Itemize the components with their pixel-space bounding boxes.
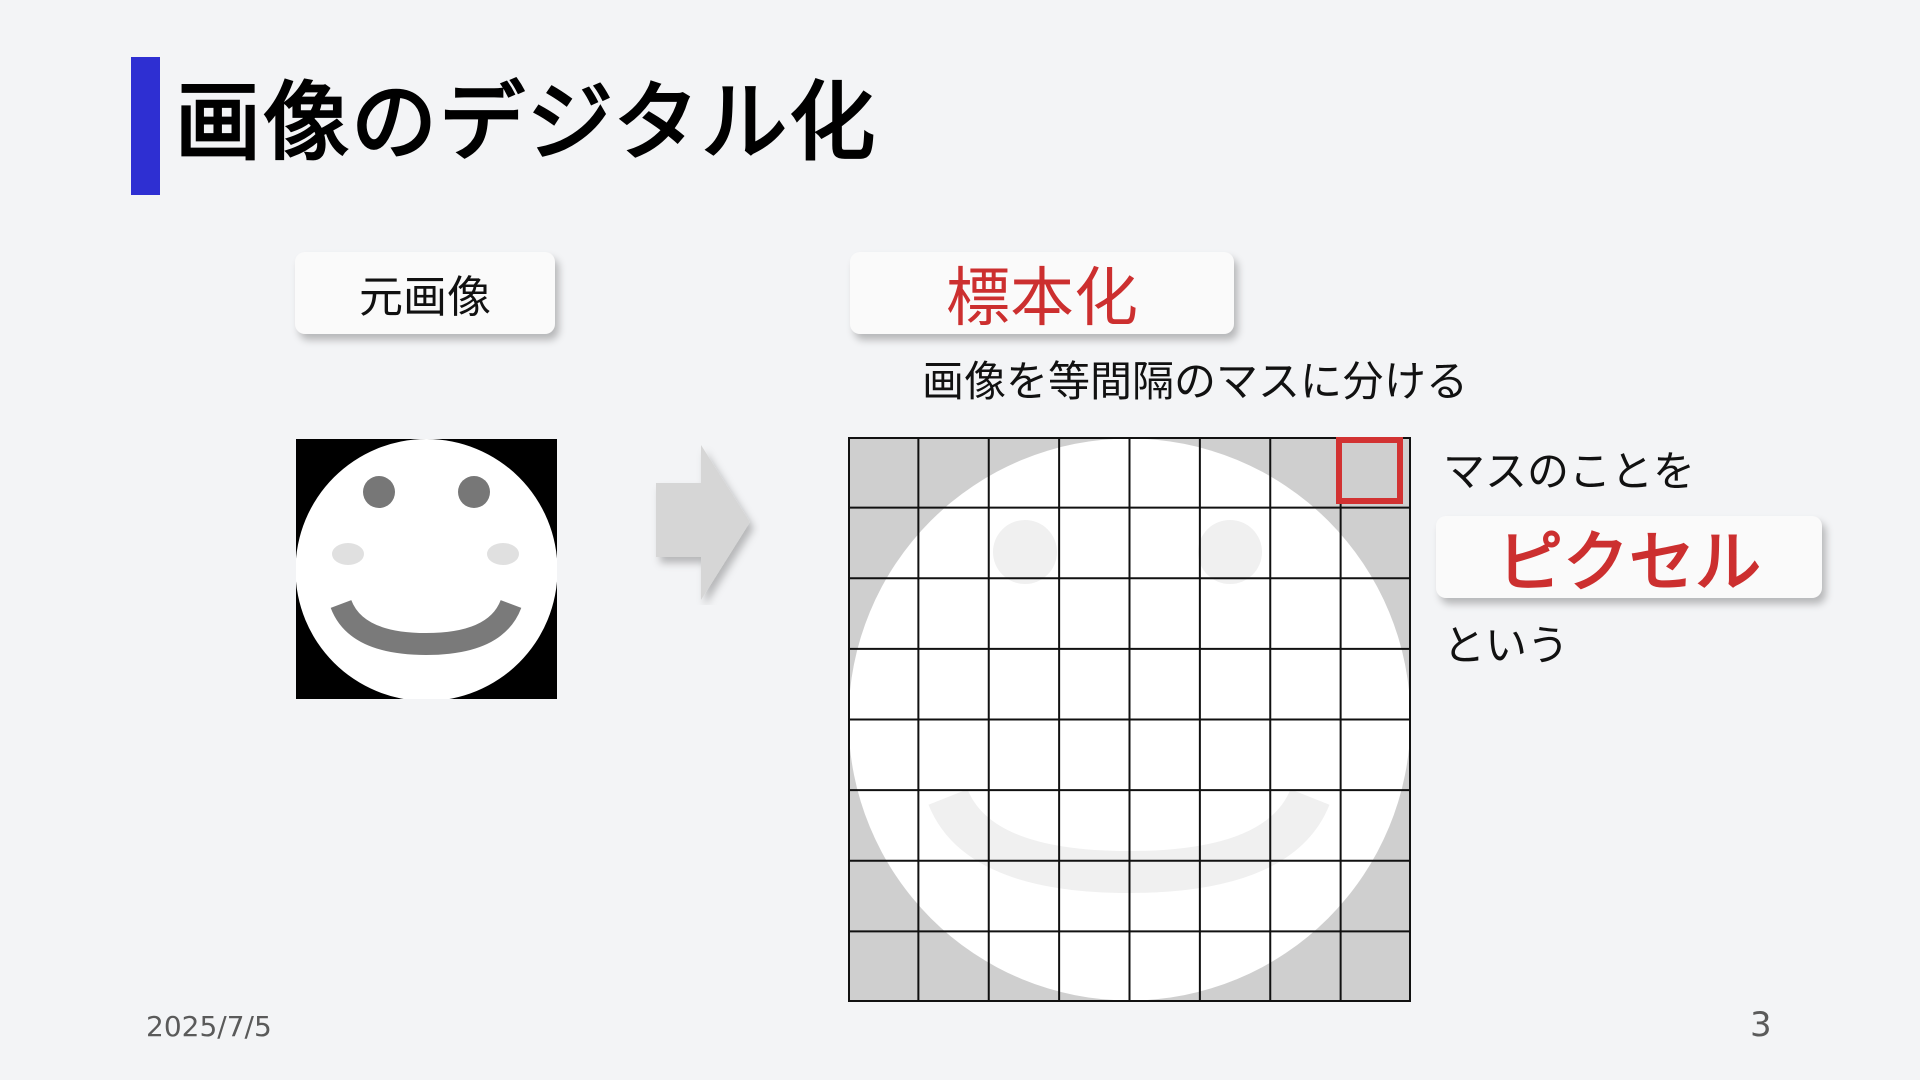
footer-date: 2025/7/5 — [146, 1010, 272, 1043]
right-arrow-icon — [656, 445, 750, 600]
pixel-label: ピクセル — [1436, 516, 1822, 601]
pixel-prefix-text: マスのことを — [1443, 447, 1696, 496]
pixel-label-text: ピクセル — [1497, 524, 1761, 601]
pixel-suffix-text: という — [1443, 621, 1570, 670]
slide-title: 画像のデジタル化 — [175, 73, 878, 173]
page-number: 3 — [1750, 1005, 1772, 1045]
sampling-label: 標本化 — [850, 252, 1234, 336]
original-image-label: 元画像 — [295, 252, 555, 334]
original-image-label-text: 元画像 — [359, 272, 491, 323]
sampling-label-text: 標本化 — [946, 262, 1138, 336]
sampling-description: 画像を等間隔のマスに分ける — [922, 357, 1469, 406]
original-smiley-image — [296, 439, 557, 699]
pixel-highlight-box — [1336, 437, 1403, 504]
title-accent-bar — [131, 57, 160, 195]
sampled-image-grid — [848, 437, 1411, 1002]
